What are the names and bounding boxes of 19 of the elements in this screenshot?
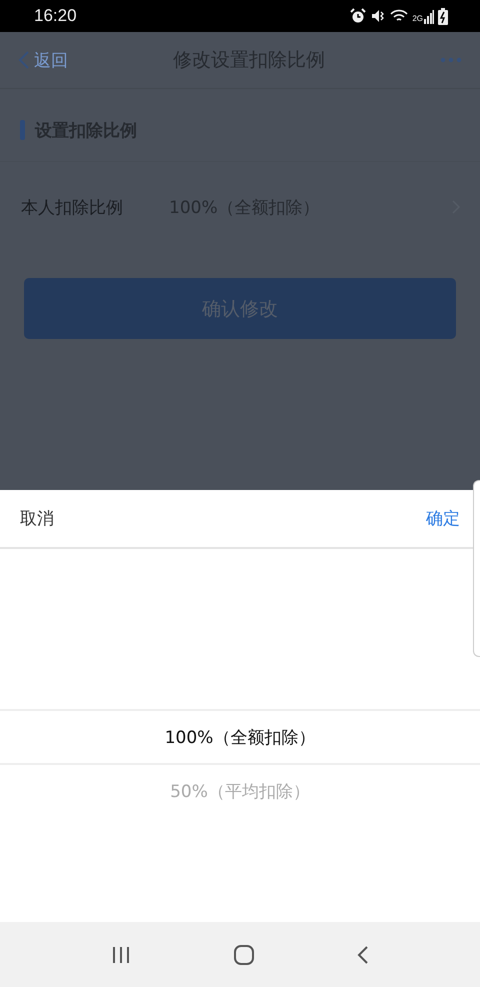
cancel-button[interactable]: 取消 [20,507,54,530]
alarm-icon [350,8,366,24]
picker-option[interactable]: 100%（全额扣除） [0,709,480,765]
network-label: 2G [412,14,423,22]
signal-icon [424,8,434,24]
chevron-left-icon [18,50,30,70]
battery-icon [438,8,448,24]
section-marker [20,120,25,140]
recent-apps-icon[interactable] [111,946,131,964]
back-button[interactable]: 返回 [18,48,68,72]
mute-icon [370,8,386,24]
home-icon[interactable] [233,944,255,966]
more-icon [440,57,462,63]
clock: 16:20 [34,6,77,26]
ok-button[interactable]: 确定 [426,507,460,530]
edge-handle[interactable] [473,480,480,657]
back-icon[interactable] [357,944,369,964]
field-label: 本人扣除比例 [21,196,124,218]
picker-option[interactable]: 50%（平均扣除） [0,765,480,817]
